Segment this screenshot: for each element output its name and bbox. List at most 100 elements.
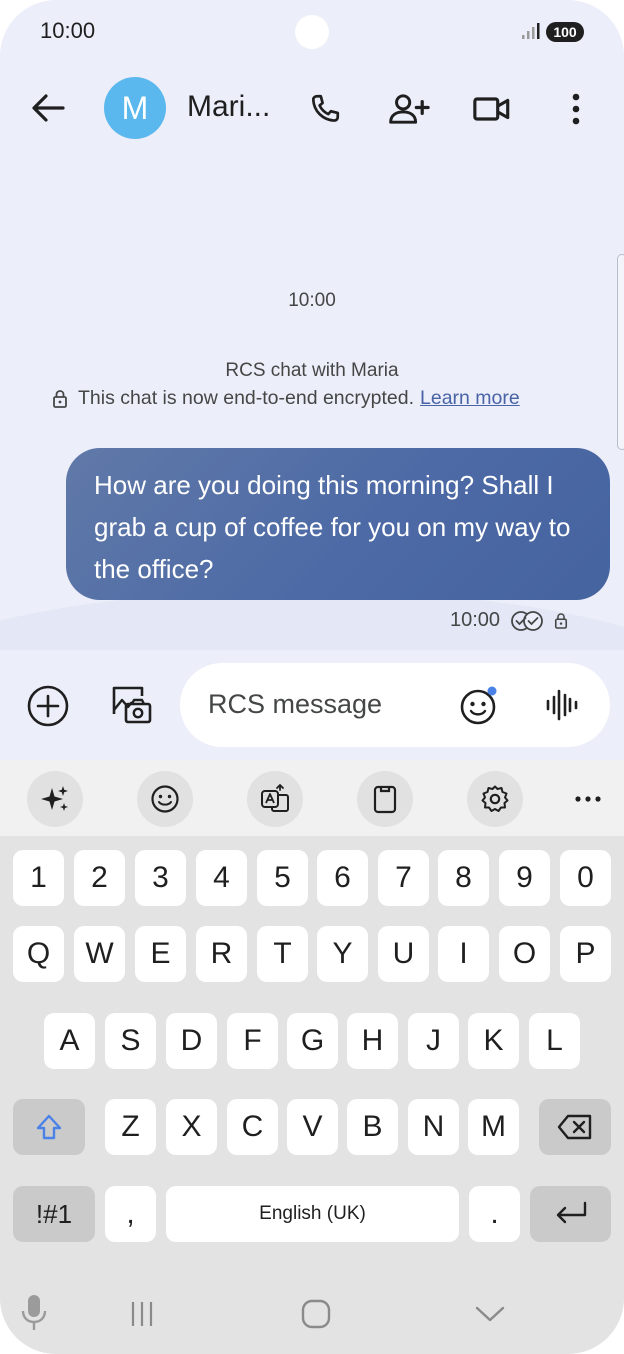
avatar[interactable]: M (104, 77, 166, 139)
emoji-button[interactable] (458, 683, 502, 727)
translate-icon (261, 784, 289, 812)
ai-tools-button[interactable] (27, 771, 83, 827)
scroll-handle[interactable] (617, 254, 624, 450)
navigation-bar (0, 1270, 624, 1354)
key-q[interactable]: Q (13, 926, 64, 982)
key-3[interactable]: 3 (135, 850, 186, 906)
key-7[interactable]: 7 (378, 850, 429, 906)
message-time: 10:00 (450, 609, 501, 631)
comma-key[interactable]: , (105, 1186, 156, 1242)
voice-input-button[interactable] (14, 1290, 54, 1336)
status-time: 10:00 (40, 18, 96, 43)
battery-indicator: 100 (546, 22, 584, 42)
arrow-left-icon (32, 94, 65, 122)
backspace-icon (557, 1114, 592, 1140)
plus-circle-icon (27, 685, 69, 727)
enter-icon (556, 1201, 586, 1224)
key-v[interactable]: V (287, 1099, 338, 1155)
attach-button[interactable] (24, 682, 72, 730)
key-c[interactable]: C (227, 1099, 278, 1155)
key-e[interactable]: E (135, 926, 186, 982)
contact-name[interactable]: Mari... (187, 90, 270, 124)
lock-icon (53, 389, 67, 408)
key-2[interactable]: 2 (74, 850, 125, 906)
shift-key[interactable] (13, 1099, 85, 1155)
gear-icon (481, 785, 509, 812)
key-n[interactable]: N (408, 1099, 459, 1155)
backspace-key[interactable] (539, 1099, 611, 1155)
key-r[interactable]: R (196, 926, 247, 982)
clipboard-button[interactable] (357, 771, 413, 827)
camera-cutout (295, 15, 329, 49)
period-key[interactable]: . (469, 1186, 520, 1242)
sent-message-bubble[interactable]: How are you doing this morning? Shall I … (66, 448, 610, 600)
lock-icon (555, 612, 568, 629)
home-icon (301, 1299, 331, 1329)
signal-icon (522, 23, 540, 39)
key-p[interactable]: P (560, 926, 611, 982)
phone-icon (311, 94, 340, 122)
symbols-key[interactable]: !#1 (13, 1186, 95, 1242)
compose-bar: RCS message (0, 650, 624, 760)
key-f[interactable]: F (227, 1013, 278, 1069)
encryption-text: This chat is now end-to-end encrypted. (78, 387, 415, 409)
space-key[interactable]: English (UK) (166, 1186, 459, 1242)
emoji-icon (460, 686, 497, 725)
key-x[interactable]: X (166, 1099, 217, 1155)
key-w[interactable]: W (74, 926, 125, 982)
key-5[interactable]: 5 (257, 850, 308, 906)
microphone-icon (21, 1295, 47, 1330)
key-0[interactable]: 0 (560, 850, 611, 906)
key-m[interactable]: M (468, 1099, 519, 1155)
key-i[interactable]: I (438, 926, 489, 982)
key-d[interactable]: D (166, 1013, 217, 1069)
key-8[interactable]: 8 (438, 850, 489, 906)
key-k[interactable]: K (468, 1013, 519, 1069)
gallery-button[interactable] (106, 680, 156, 730)
key-l[interactable]: L (529, 1013, 580, 1069)
key-b[interactable]: B (347, 1099, 398, 1155)
key-6[interactable]: 6 (317, 850, 368, 906)
key-h[interactable]: H (347, 1013, 398, 1069)
key-j[interactable]: J (408, 1013, 459, 1069)
key-o[interactable]: O (499, 926, 550, 982)
voice-message-button[interactable] (540, 683, 584, 727)
keyboard-toolbar (0, 760, 624, 836)
recent-apps-button[interactable] (120, 1296, 164, 1332)
key-a[interactable]: A (44, 1013, 95, 1069)
enter-key[interactable] (530, 1186, 611, 1242)
conversation-area[interactable]: 10:00 RCS chat with Maria This chat is n… (0, 150, 624, 830)
message-input-placeholder: RCS message (208, 689, 383, 719)
video-call-button[interactable] (468, 86, 516, 132)
key-g[interactable]: G (287, 1013, 338, 1069)
key-t[interactable]: T (257, 926, 308, 982)
keyboard-settings-button[interactable] (467, 771, 523, 827)
gallery-camera-icon (112, 686, 152, 724)
key-s[interactable]: S (105, 1013, 156, 1069)
translate-button[interactable] (247, 771, 303, 827)
emoji-keyboard-button[interactable] (137, 771, 193, 827)
hide-keyboard-button[interactable] (470, 1296, 510, 1332)
more-options-button[interactable] (556, 86, 596, 132)
sparkle-icon (41, 786, 68, 811)
key-u[interactable]: U (378, 926, 429, 982)
shift-arrow-icon (36, 1114, 62, 1140)
clipboard-icon (373, 785, 397, 814)
chevron-down-icon (475, 1306, 505, 1322)
back-button[interactable] (24, 86, 72, 130)
emoji-icon (151, 785, 179, 813)
call-button[interactable] (302, 86, 348, 132)
more-vertical-icon (572, 93, 580, 125)
keyboard-more-button[interactable] (560, 771, 616, 827)
status-bar: 10:00 100 (0, 0, 624, 64)
key-1[interactable]: 1 (13, 850, 64, 906)
add-contact-button[interactable] (384, 86, 434, 132)
key-y[interactable]: Y (317, 926, 368, 982)
learn-more-link[interactable]: Learn more (420, 387, 520, 410)
more-horizontal-icon (575, 796, 601, 802)
message-input[interactable]: RCS message (180, 663, 610, 747)
key-9[interactable]: 9 (499, 850, 550, 906)
key-4[interactable]: 4 (196, 850, 247, 906)
key-z[interactable]: Z (105, 1099, 156, 1155)
home-button[interactable] (296, 1296, 336, 1332)
